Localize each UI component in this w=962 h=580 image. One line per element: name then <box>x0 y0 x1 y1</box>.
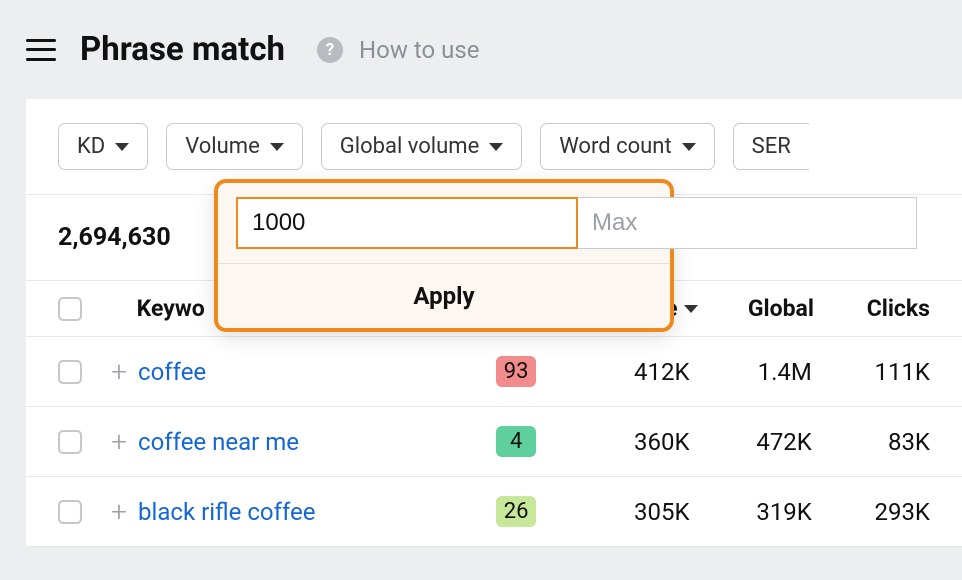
apply-button[interactable]: Apply <box>218 263 670 328</box>
add-icon[interactable]: + <box>100 355 138 388</box>
volume-cell: 360K <box>554 428 697 456</box>
help-icon[interactable]: ? <box>317 37 343 63</box>
table-row: + coffee 93 412K 1.4M 111K <box>26 337 962 407</box>
kd-badge: 93 <box>496 356 536 387</box>
sort-desc-icon <box>684 305 698 313</box>
volume-min-input[interactable] <box>236 197 578 249</box>
chevron-down-icon <box>115 143 129 151</box>
keyword-link[interactable]: coffee <box>138 358 206 386</box>
volume-cell: 412K <box>554 358 697 386</box>
filter-global-volume[interactable]: Global volume <box>321 123 523 170</box>
keyword-link[interactable]: coffee near me <box>138 428 299 456</box>
filter-word-count[interactable]: Word count <box>540 123 714 170</box>
volume-cell: 305K <box>554 498 697 526</box>
filter-label: SER <box>752 134 791 159</box>
clicks-cell: 111K <box>812 358 930 386</box>
volume-filter-popover: Apply <box>214 179 674 332</box>
filter-label: Word count <box>559 134 671 159</box>
table-row: + coffee near me 4 360K 472K 83K <box>26 407 962 477</box>
kd-badge: 4 <box>496 426 536 457</box>
filter-label: Global volume <box>340 134 480 159</box>
volume-max-input[interactable] <box>578 197 917 249</box>
select-all-checkbox[interactable] <box>58 297 82 321</box>
keyword-link[interactable]: black rifle coffee <box>138 498 315 526</box>
clicks-cell: 83K <box>812 428 930 456</box>
filter-serp[interactable]: SER <box>733 123 809 170</box>
header-global[interactable]: Global <box>702 295 814 322</box>
filter-label: Volume <box>185 134 260 159</box>
clicks-cell: 293K <box>812 498 930 526</box>
help-link[interactable]: How to use <box>359 36 479 64</box>
chevron-down-icon <box>682 143 696 151</box>
add-icon[interactable]: + <box>100 495 138 528</box>
global-cell: 1.4M <box>698 358 812 386</box>
row-checkbox[interactable] <box>58 500 82 524</box>
chevron-down-icon <box>489 143 503 151</box>
add-icon[interactable]: + <box>100 425 138 458</box>
menu-icon[interactable] <box>26 39 56 61</box>
global-cell: 472K <box>698 428 812 456</box>
table-row: + black rifle coffee 26 305K 319K 293K <box>26 477 962 547</box>
main-panel: KD Volume Global volume Word count SER 2… <box>26 99 962 547</box>
global-cell: 319K <box>698 498 812 526</box>
row-checkbox[interactable] <box>58 430 82 454</box>
row-checkbox[interactable] <box>58 360 82 384</box>
page-title: Phrase match <box>80 30 285 69</box>
chevron-down-icon <box>270 143 284 151</box>
header-clicks[interactable]: Clicks <box>814 295 930 322</box>
filter-label: KD <box>77 134 105 159</box>
filter-volume[interactable]: Volume <box>166 123 303 170</box>
kd-badge: 26 <box>496 496 536 527</box>
filter-kd[interactable]: KD <box>58 123 148 170</box>
